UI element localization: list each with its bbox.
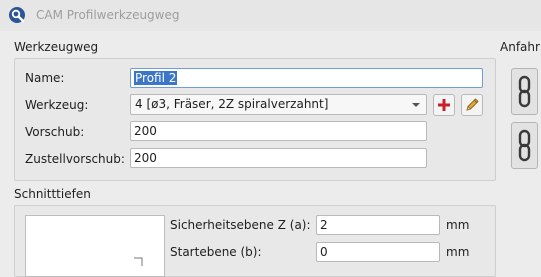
app-icon — [9, 7, 25, 23]
chevron-down-icon — [412, 103, 420, 107]
name-input-value: Profil 2 — [134, 71, 178, 85]
depth-group-title: Schnitttiefen — [14, 187, 91, 201]
depth-preview-image — [25, 215, 165, 277]
tool-select[interactable]: 4 [ø3, Fräser, 2Z spiralverzahnt] — [130, 94, 427, 115]
approach-group-title: Anfahr — [500, 40, 540, 54]
name-input[interactable]: Profil 2 — [130, 68, 483, 88]
start-plane-unit: mm — [446, 245, 470, 259]
chain-link-button-2[interactable] — [511, 122, 538, 169]
feed-label: Vorschub: — [25, 125, 85, 139]
start-plane-input[interactable] — [316, 242, 440, 262]
pencil-icon — [466, 98, 479, 111]
chain-link-icon — [518, 75, 531, 108]
plunge-feed-input[interactable] — [130, 148, 427, 168]
title-bar: CAM Profilwerkzeugweg — [0, 0, 541, 31]
edit-tool-button[interactable] — [461, 94, 483, 116]
add-tool-button[interactable] — [433, 94, 455, 116]
window-title: CAM Profilwerkzeugweg — [36, 8, 180, 22]
tool-select-value: 4 [ø3, Fräser, 2Z spiralverzahnt] — [135, 97, 329, 111]
safety-plane-label: Sicherheitsebene Z (a): — [170, 218, 311, 232]
safety-plane-unit: mm — [446, 218, 470, 232]
depth-diagram-mark — [134, 257, 143, 266]
safety-plane-input[interactable] — [316, 215, 440, 235]
name-label: Name: — [25, 71, 65, 85]
feed-input[interactable] — [130, 121, 427, 141]
start-plane-label: Startebene (b): — [170, 245, 262, 259]
chain-link-button-1[interactable] — [511, 68, 538, 115]
plus-icon — [438, 99, 450, 111]
chain-link-icon — [518, 129, 531, 162]
tool-label: Werkzeug: — [25, 98, 89, 112]
plunge-feed-label: Zustellvorschub: — [25, 152, 125, 166]
toolpath-group-title: Werkzeugweg — [14, 40, 99, 54]
